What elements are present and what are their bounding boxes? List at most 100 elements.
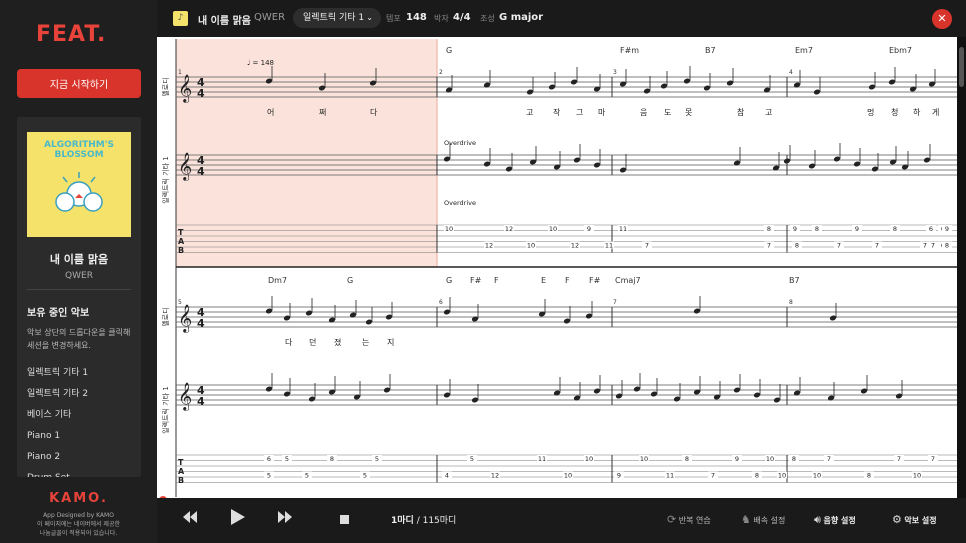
volume-setting[interactable]: 🔊︎ 음향 설정 — [814, 513, 856, 527]
measure-number: 4 — [789, 69, 793, 76]
music-note-icon: ♪ — [173, 11, 188, 26]
track-item-drums[interactable]: Drum Set — [27, 468, 135, 477]
lyric-syllable: 하 — [913, 107, 921, 117]
track-dropdown-label: 일렉트릭 기타 1 — [303, 13, 365, 23]
start-button[interactable]: 지금 시작하기 — [17, 69, 141, 98]
tab-number: 12 — [571, 242, 579, 250]
rewind-icon[interactable] — [183, 511, 197, 523]
track-item-piano-2[interactable]: Piano 2 — [27, 447, 135, 468]
lyric-syllable: 졌 — [334, 337, 342, 347]
repeat-practice[interactable]: ⟳ 반복 연습 — [667, 513, 711, 526]
time-sig-bottom: 4 — [197, 87, 205, 100]
tempo-mark: ♩ = 148 — [247, 59, 274, 67]
lyric-syllable: 작 — [553, 107, 561, 117]
scroll-thumb[interactable] — [959, 47, 964, 87]
volume-label: 음향 설정 — [823, 516, 856, 525]
speed-setting[interactable]: ♞ 배속 설정 — [741, 513, 785, 526]
song-artist: QWER — [65, 271, 93, 281]
tab-number: 6 — [929, 225, 933, 233]
tab-number: 12 — [491, 472, 499, 480]
measure-indicator: 1마디 / 115마디 — [391, 513, 456, 526]
time-signature-value: 4/4 — [453, 12, 471, 23]
tempo-value: 148 — [406, 12, 427, 23]
chord-name: G — [347, 276, 353, 285]
tab-number: 9 — [855, 225, 859, 233]
song-title: 내 이름 맑음 — [49, 253, 109, 266]
time-sig-bottom: 4 — [197, 317, 205, 330]
tab-number: 7 — [767, 242, 771, 250]
tab-number: 10 — [549, 225, 557, 233]
top-song-title: 내 이름 맑음 — [198, 16, 251, 27]
tab-number: 10 — [913, 472, 921, 480]
chord-name: B7 — [705, 46, 716, 55]
chord-name: F# — [589, 276, 601, 285]
close-button[interactable]: ✕ — [932, 9, 952, 29]
score-setting-label: 악보 설정 — [904, 516, 937, 525]
tab-number: 8 — [815, 225, 819, 233]
credit-line-2: 이 페이지에는 네이버에서 제공한 — [36, 521, 120, 528]
tab-number: 10 — [564, 472, 572, 480]
score-setting[interactable]: ⚙ 악보 설정 — [892, 513, 937, 526]
time-signature-label: 박자 — [434, 14, 449, 23]
track-item-bass[interactable]: 베이스 기타 — [27, 405, 135, 426]
lyric-syllable: 참 — [737, 107, 745, 117]
lyric-syllable: 다 — [370, 108, 378, 117]
lyric-syllable: 멍 — [867, 107, 874, 117]
credit-line-3: 나눔글꼴이 적용되어 있습니다. — [39, 530, 118, 537]
tab-number: 5 — [285, 455, 289, 463]
rabbit-icon: ♞ — [741, 513, 751, 526]
measure-number: 3 — [613, 69, 617, 76]
tab-number: 9 — [617, 472, 621, 480]
track-item-guitar-1[interactable]: 일렉트릭 기타 1 — [27, 363, 135, 384]
track-item-piano-1[interactable]: Piano 1 — [27, 426, 135, 447]
chord-name: B7 — [789, 276, 800, 285]
measure-number: 6 — [439, 299, 443, 306]
lyric-syllable: 도 — [664, 108, 671, 117]
feat-logo[interactable]: FEAT. — [36, 22, 106, 47]
score-sheet[interactable]: 𝄞 4 4 𝄞 4 4 T A B 멜로디 일렉트릭 기타 1 1 2 3 4 G F#m B7 Em7 Ebm7 어 쩌… — [157, 37, 957, 498]
lyric-syllable: 못 — [685, 108, 692, 117]
key-label: 조성 — [480, 14, 495, 23]
track-dropdown[interactable]: 일렉트릭 기타 1 ⌄ — [293, 8, 381, 28]
fast-forward-icon[interactable] — [278, 511, 292, 523]
measure-number: 7 — [613, 299, 617, 306]
measure-total: / 115마디 — [416, 516, 457, 526]
chord-name: G — [446, 276, 452, 285]
stop-icon[interactable] — [340, 515, 349, 524]
tab-number: 10 — [527, 242, 535, 250]
tab-number: 10 — [778, 472, 786, 480]
chord-name: Ebm7 — [889, 46, 912, 55]
chord-name: E — [541, 276, 546, 285]
chord-name: Em7 — [795, 46, 813, 55]
tab-number: 5 — [363, 472, 367, 480]
speaker-icon: 🔊︎ — [814, 513, 821, 526]
treble-clef-icon: 𝄞 — [178, 304, 192, 333]
measure-number: 5 — [178, 299, 182, 306]
tab-number: 8 — [685, 455, 689, 463]
owned-description: 악보 상단의 드롭다운을 클릭해 세션을 변경하세요. — [27, 328, 131, 350]
sidebar: FEAT. 지금 시작하기 ALGORITHM'S BLOSSOM 내 이름 맑… — [0, 0, 157, 543]
time-sig-bottom: 4 — [197, 395, 205, 408]
measure-number: 8 — [789, 299, 793, 306]
play-icon[interactable] — [231, 509, 245, 525]
guitar-track-label: 일렉트릭 기타 1 — [161, 156, 170, 204]
tab-number: 8 — [330, 455, 334, 463]
lyric-syllable: 게 — [932, 107, 939, 117]
overdrive-label: Overdrive — [444, 139, 476, 147]
chevron-down-icon: ⌄ — [366, 13, 373, 22]
tab-number: 7 — [897, 455, 901, 463]
tab-number: 11 — [605, 242, 613, 250]
credit-line-1: App Designed by KAMO — [43, 512, 114, 519]
tab-number: 7 — [931, 242, 935, 250]
tab-number: 10 — [445, 225, 453, 233]
tab-number: 10 — [766, 455, 774, 463]
track-item-guitar-2[interactable]: 일렉트릭 기타 2 — [27, 384, 135, 405]
tab-number: 8 — [792, 455, 796, 463]
track-list: 일렉트릭 기타 1 일렉트릭 기타 2 베이스 기타 Piano 1 Piano… — [27, 363, 135, 477]
lyric-syllable: 는 — [362, 338, 369, 347]
tab-number: 5 — [267, 472, 271, 480]
scrollbar[interactable] — [957, 37, 966, 498]
tab-number: 5 — [305, 472, 309, 480]
overdrive-label: Overdrive — [444, 199, 476, 207]
tab-letter-t: T — [178, 228, 184, 237]
